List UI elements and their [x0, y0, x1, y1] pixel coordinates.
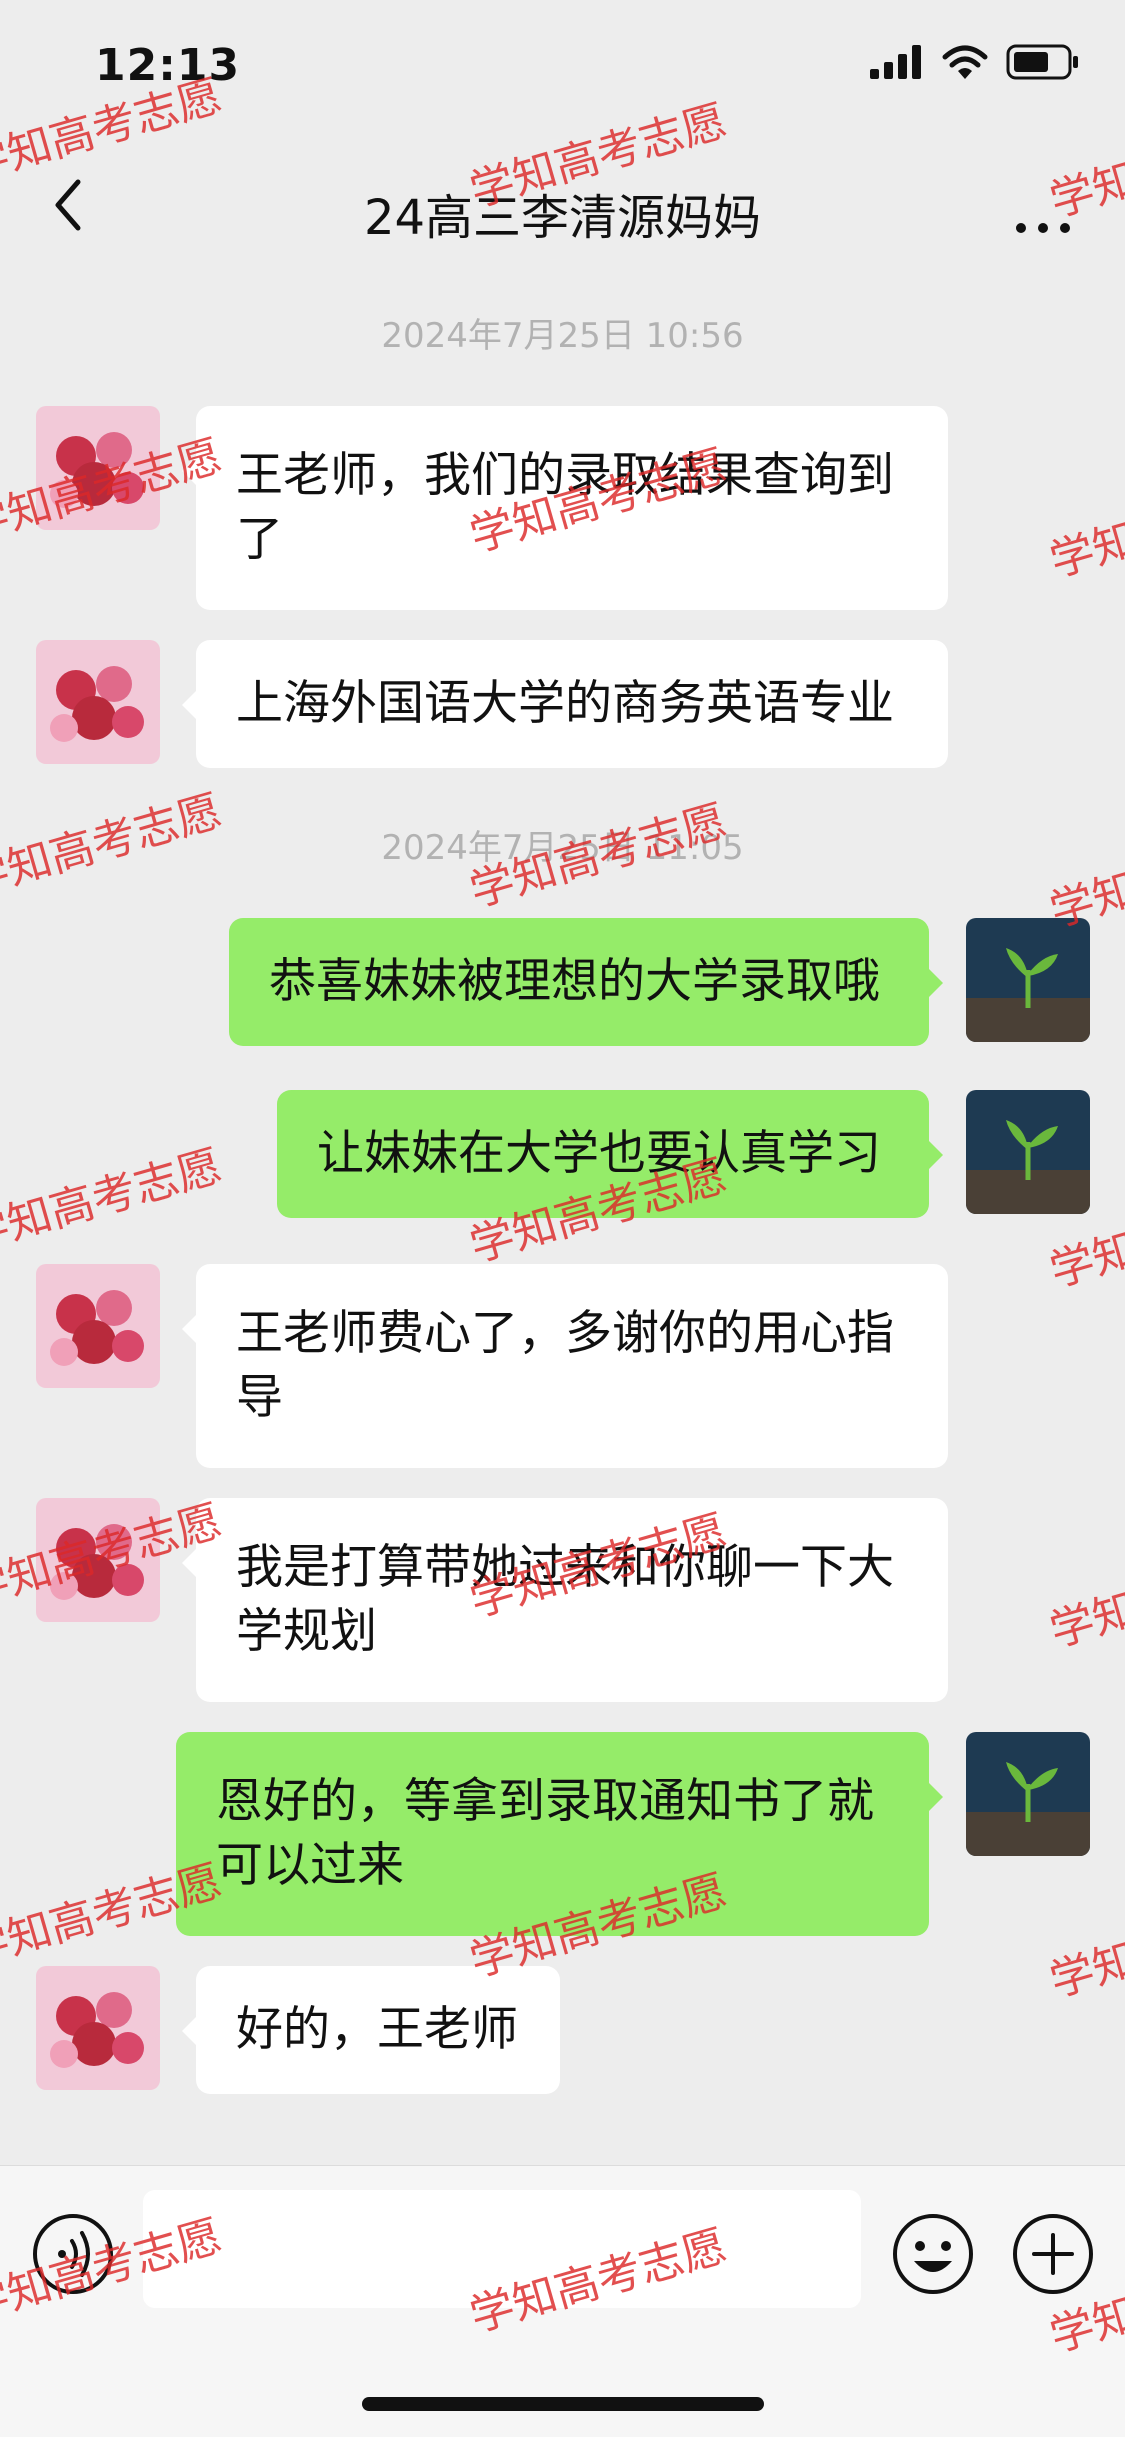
message-timestamp: 2024年7月25日 11:05 — [381, 828, 744, 868]
emoji-icon — [893, 2214, 973, 2294]
battery-icon — [1006, 44, 1078, 80]
plus-button[interactable] — [1010, 2211, 1096, 2297]
incoming-message[interactable]: 王老师费心了，多谢你的用心指导 — [182, 1264, 948, 1468]
plus-icon — [1013, 2214, 1093, 2294]
flower-bouquet-icon — [36, 1966, 160, 2090]
wifi-icon — [942, 45, 988, 79]
incoming-message[interactable]: 王老师，我们的录取结果查询到了 — [182, 406, 948, 610]
self-avatar[interactable] — [966, 918, 1090, 1042]
message-input[interactable] — [143, 2190, 861, 2308]
self-avatar[interactable] — [966, 1732, 1090, 1856]
flower-bouquet-icon — [36, 406, 160, 530]
message-timestamp: 2024年7月25日 10:56 — [381, 316, 744, 356]
contact-avatar[interactable] — [36, 1264, 160, 1388]
flower-bouquet-icon — [36, 1498, 160, 1622]
contact-avatar[interactable] — [36, 406, 160, 530]
incoming-message[interactable]: 上海外国语大学的商务英语专业 — [182, 640, 948, 768]
contact-avatar[interactable] — [36, 1966, 160, 2090]
sprout-icon — [966, 1090, 1090, 1214]
incoming-message[interactable]: 我是打算带她过来和你聊一下大学规划 — [182, 1498, 948, 1702]
watermark: 学知高考志愿 — [0, 1140, 228, 1263]
sprout-icon — [966, 918, 1090, 1042]
contact-avatar[interactable] — [36, 640, 160, 764]
emoji-button[interactable] — [890, 2211, 976, 2297]
watermark: 学知高考志愿 — [1044, 1535, 1125, 1658]
watermark-layer: 学知高考志愿 学知高考志愿 学知高考志愿 学知高考志愿 学知高考志愿 学知高考志… — [0, 0, 1125, 2436]
outgoing-message[interactable]: 恩好的，等拿到录取通知书了就可以过来 — [176, 1732, 943, 1936]
outgoing-message[interactable]: 让妹妹在大学也要认真学习 — [277, 1090, 943, 1218]
chat-title: 24高三李清源妈妈 — [363, 190, 762, 246]
contact-avatar[interactable] — [36, 1498, 160, 1622]
watermark: 学知高考志愿 — [1044, 465, 1125, 588]
voice-button[interactable] — [30, 2211, 116, 2297]
watermark: 学知高考志愿 — [1044, 1885, 1125, 2008]
status-icons — [870, 44, 1080, 80]
incoming-message[interactable]: 好的，王老师 — [182, 1966, 560, 2094]
flower-bouquet-icon — [36, 1264, 160, 1388]
signal-icon — [870, 45, 921, 79]
nav-bar: 24高三李清源妈妈 — [0, 140, 1125, 270]
outgoing-message[interactable]: 恭喜妹妹被理想的大学录取哦 — [229, 918, 943, 1046]
voice-icon — [33, 2214, 113, 2294]
self-avatar[interactable] — [966, 1090, 1090, 1214]
status-bar: 12:13 — [0, 0, 1125, 140]
more-button[interactable] — [1005, 170, 1085, 240]
home-indicator[interactable] — [362, 2397, 764, 2411]
more-icon — [1016, 223, 1070, 233]
sprout-icon — [966, 1732, 1090, 1856]
status-time: 12:13 — [95, 40, 241, 91]
flower-bouquet-icon — [36, 640, 160, 764]
